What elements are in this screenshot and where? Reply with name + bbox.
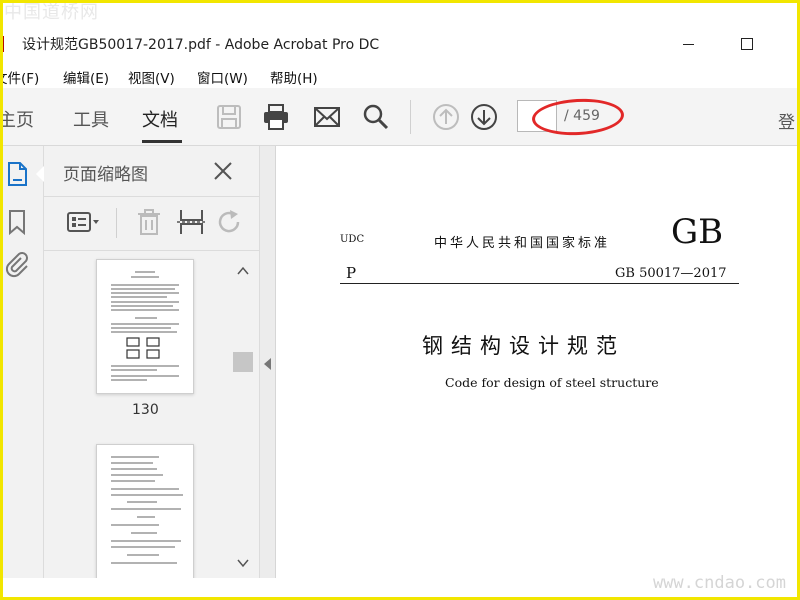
search-icon[interactable] <box>361 102 391 132</box>
udc-label: UDC <box>340 234 365 245</box>
standard-name-cn: 中华人民共和国国家标准 <box>434 236 611 251</box>
gb-logo: GB <box>671 212 724 252</box>
crop-icon[interactable] <box>174 208 208 236</box>
panel-separator-2 <box>44 250 259 251</box>
login-link[interactable]: 登 <box>778 108 795 133</box>
scroll-down-icon[interactable] <box>237 554 249 568</box>
document-view[interactable]: UDC 中华人民共和国国家标准 GB P GB 50017—2017 钢结构设计… <box>276 146 797 578</box>
tab-home[interactable]: 主页 <box>0 106 34 132</box>
collapse-arrow-icon <box>264 358 271 370</box>
watermark-bottom: www.cndao.com <box>652 573 786 593</box>
header-rule <box>340 283 739 284</box>
save-icon[interactable] <box>214 102 244 132</box>
active-tab-indicator <box>142 140 182 143</box>
thumbnails-panel: 页面缩略图 130 <box>44 146 260 580</box>
document-subtitle: Code for design of steel structure <box>445 375 659 390</box>
close-icon[interactable] <box>212 160 234 182</box>
panel-collapse-handle[interactable] <box>260 146 276 578</box>
standard-number: GB 50017—2017 <box>615 266 727 281</box>
scroll-up-icon[interactable] <box>237 262 249 275</box>
menu-view[interactable]: 视图(V) <box>128 67 175 87</box>
thumbnail-label: 130 <box>132 402 159 418</box>
arrow-down-icon[interactable] <box>469 102 499 132</box>
minimize-button[interactable] <box>676 32 700 56</box>
rotate-icon[interactable] <box>214 208 248 236</box>
menu-file[interactable]: 文件(F) <box>0 67 39 87</box>
maximize-button[interactable] <box>736 32 760 56</box>
panel-tool-divider <box>116 208 117 238</box>
menu-edit[interactable]: 编辑(E) <box>63 67 109 87</box>
acrobat-icon <box>2 36 14 52</box>
email-icon[interactable] <box>312 102 342 132</box>
toolbar: 主页 工具 文档 <box>0 88 800 146</box>
tab-document[interactable]: 文档 <box>142 106 178 132</box>
panel-separator <box>44 196 259 197</box>
toolbar-divider <box>410 100 411 134</box>
scroll-thumb[interactable] <box>233 352 253 372</box>
thumbnail-options-icon[interactable] <box>66 208 100 236</box>
arrow-up-icon[interactable] <box>431 102 461 132</box>
page-thumbnail[interactable] <box>96 259 194 394</box>
document-title: 钢结构设计规范 <box>422 334 625 358</box>
print-icon[interactable] <box>261 102 291 132</box>
attachment-icon[interactable] <box>4 250 30 278</box>
thumbnails-scrollbar[interactable] <box>233 256 253 574</box>
page-thumbnail[interactable] <box>96 444 194 580</box>
menu-window[interactable]: 窗口(W) <box>197 67 248 87</box>
title-bar: 设计规范GB50017-2017.pdf - Adobe Acrobat Pro… <box>0 26 800 62</box>
menu-help[interactable]: 帮助(H) <box>270 67 318 87</box>
menu-bar: 文件(F) 编辑(E) 视图(V) 窗口(W) 帮助(H) <box>0 62 800 88</box>
bookmark-icon[interactable] <box>4 208 30 236</box>
navigation-rail <box>0 146 44 578</box>
window-title: 设计规范GB50017-2017.pdf - Adobe Acrobat Pro… <box>22 37 380 53</box>
watermark-top: 中国道桥网 <box>4 2 99 23</box>
delete-icon[interactable] <box>132 208 166 236</box>
tab-tools[interactable]: 工具 <box>73 106 109 132</box>
rail-pointer <box>36 166 44 182</box>
page-thumbnails-icon[interactable] <box>4 160 30 188</box>
panel-title: 页面缩略图 <box>63 165 148 185</box>
category-letter: P <box>346 264 357 282</box>
